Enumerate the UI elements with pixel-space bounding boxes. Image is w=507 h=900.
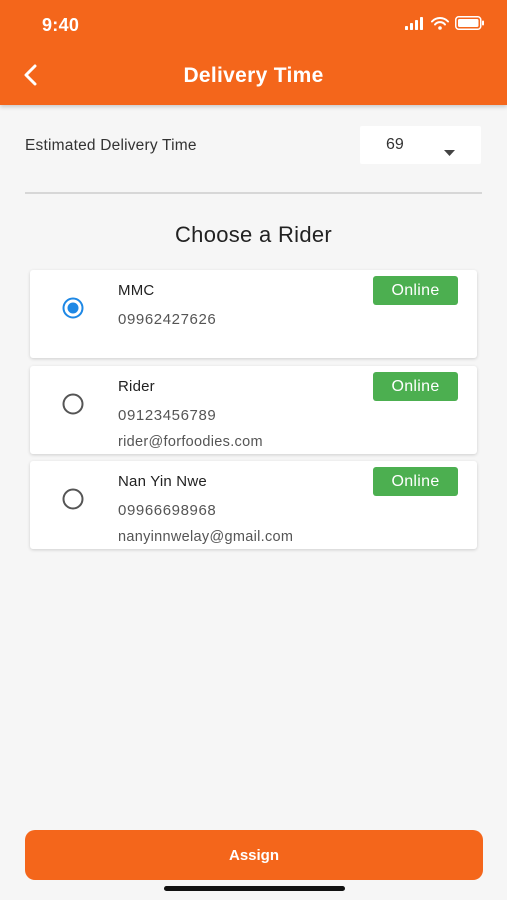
wifi-icon — [431, 16, 449, 35]
rider-card[interactable]: Nan Yin Nwe 09966698968 nanyinnwelay@gma… — [30, 461, 477, 549]
status-icons — [405, 16, 485, 35]
rider-name: Rider — [118, 378, 155, 395]
status-badge: Online — [373, 467, 458, 496]
rider-email: rider@forfoodies.com — [118, 434, 263, 450]
rider-phone: 09962427626 — [118, 311, 217, 328]
rider-phone: 09123456789 — [118, 407, 217, 424]
signal-icon — [405, 16, 425, 35]
status-badge: Online — [373, 372, 458, 401]
rider-name: MMC — [118, 282, 155, 299]
rider-card[interactable]: Rider 09123456789 rider@forfoodies.com O… — [30, 366, 477, 454]
rider-email: nanyinnwelay@gmail.com — [118, 529, 294, 545]
page-title: Delivery Time — [183, 64, 324, 87]
delivery-time-value: 69 — [386, 136, 404, 153]
caret-down-icon — [444, 143, 455, 161]
app-header: 9:40 Delivery Time — [0, 0, 507, 105]
divider — [25, 192, 482, 194]
battery-icon — [455, 16, 485, 35]
section-title: Choose a Rider — [174, 222, 333, 247]
home-indicator — [164, 886, 345, 891]
assign-button[interactable]: Assign — [25, 830, 483, 880]
rider-phone: 09966698968 — [118, 502, 217, 519]
status-bar-time: 9:40 — [42, 15, 80, 35]
radio-selected-icon[interactable] — [62, 297, 84, 319]
status-badge: Online — [373, 276, 458, 305]
rider-card[interactable]: MMC 09962427626 Online — [30, 270, 477, 358]
delivery-time-dropdown[interactable]: 69 — [360, 126, 481, 164]
estimated-delivery-label: Estimated Delivery Time — [25, 137, 197, 154]
radio-unselected-icon[interactable] — [62, 488, 84, 510]
radio-unselected-icon[interactable] — [62, 393, 84, 415]
rider-name: Nan Yin Nwe — [118, 473, 207, 490]
